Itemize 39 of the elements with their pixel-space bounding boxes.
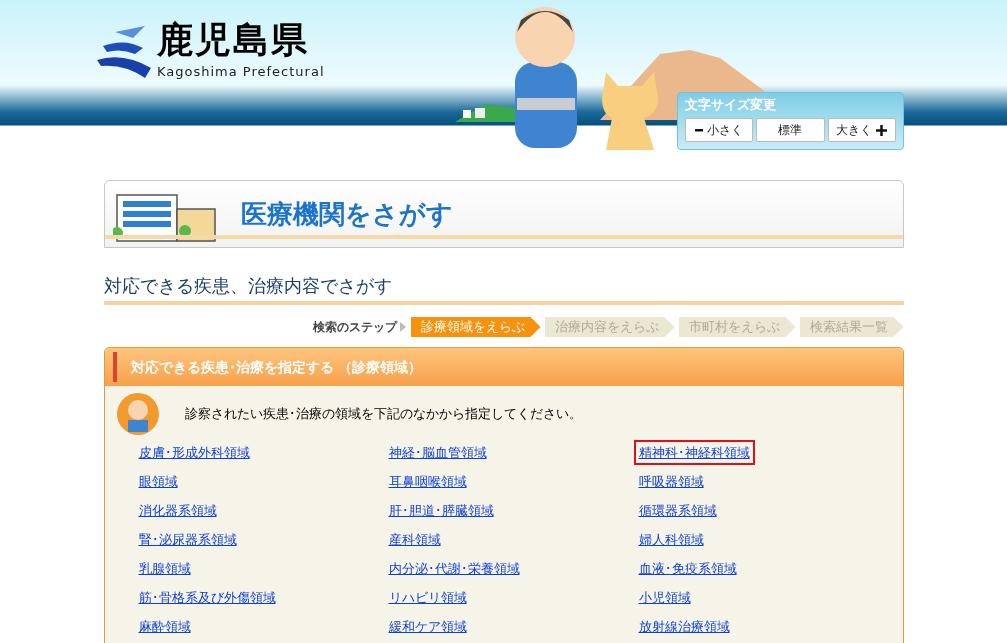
font-size-button[interactable]: 大きく (827, 118, 896, 142)
category-link[interactable]: 腎･泌尿器系領域 (135, 528, 240, 551)
category-link[interactable]: 小児領域 (635, 586, 694, 609)
step-item: 診療領域をえらぶ (410, 317, 541, 337)
minus-icon (695, 126, 704, 134)
category-link[interactable]: 消化器系領域 (135, 499, 220, 522)
plus-icon (876, 124, 888, 136)
category-link[interactable]: 精神科･神経科領域 (635, 441, 753, 464)
logo-subtitle: Kagoshima Prefectural (157, 63, 325, 81)
category-link[interactable]: 皮膚･形成外科領域 (135, 441, 253, 464)
category-link[interactable]: 神経･脳血管領域 (385, 441, 490, 464)
category-link[interactable]: 呼吸器領域 (635, 470, 707, 493)
banner-title: 医療機関をさがす (240, 197, 453, 231)
category-link[interactable]: 緩和ケア領域 (385, 615, 470, 638)
category-link[interactable]: 乳腺領域 (135, 557, 194, 580)
step-item: 市町村をえらぶ (678, 317, 796, 337)
font-size-label: 文字サイズ変更 (685, 96, 777, 114)
step-arrow-icon (398, 322, 407, 332)
category-link[interactable]: 循環器系領域 (635, 499, 720, 522)
character-badge-icon (114, 391, 161, 437)
category-link[interactable]: 眼領域 (135, 470, 181, 493)
category-link[interactable]: リハビリ領域 (385, 586, 470, 609)
steps-label: 検索のステップ (312, 319, 397, 336)
category-link[interactable]: 内分泌･代謝･栄養領域 (385, 557, 523, 580)
category-link[interactable]: 肝･胆道･膵臓領域 (385, 499, 497, 522)
section-title: 対応できる疾患、治療内容でさがす (103, 273, 904, 305)
instruction-text: 診察されたい疾患･治療の領域を下記のなかから指定してください。 (184, 405, 582, 424)
category-link[interactable]: 産科領域 (385, 528, 444, 551)
logo-title: 鹿児島県 (157, 22, 310, 58)
category-link[interactable]: 血液･免疫系領域 (635, 557, 740, 580)
font-size-button[interactable]: 標準 (756, 118, 825, 142)
category-link[interactable]: 筋･骨格系及び外傷領域 (135, 586, 279, 609)
category-link[interactable]: 婦人科領域 (635, 528, 707, 551)
category-link[interactable]: 耳鼻咽喉領域 (385, 470, 470, 493)
panel-title: 対応できる疾患･治療を指定する （診療領域） (130, 357, 423, 377)
category-link[interactable]: 麻酔領域 (135, 615, 194, 638)
font-size-button[interactable]: 小さく (685, 118, 754, 142)
step-item: 治療内容をえらぶ (544, 317, 675, 337)
category-link[interactable]: 放射線治療領域 (635, 615, 733, 638)
